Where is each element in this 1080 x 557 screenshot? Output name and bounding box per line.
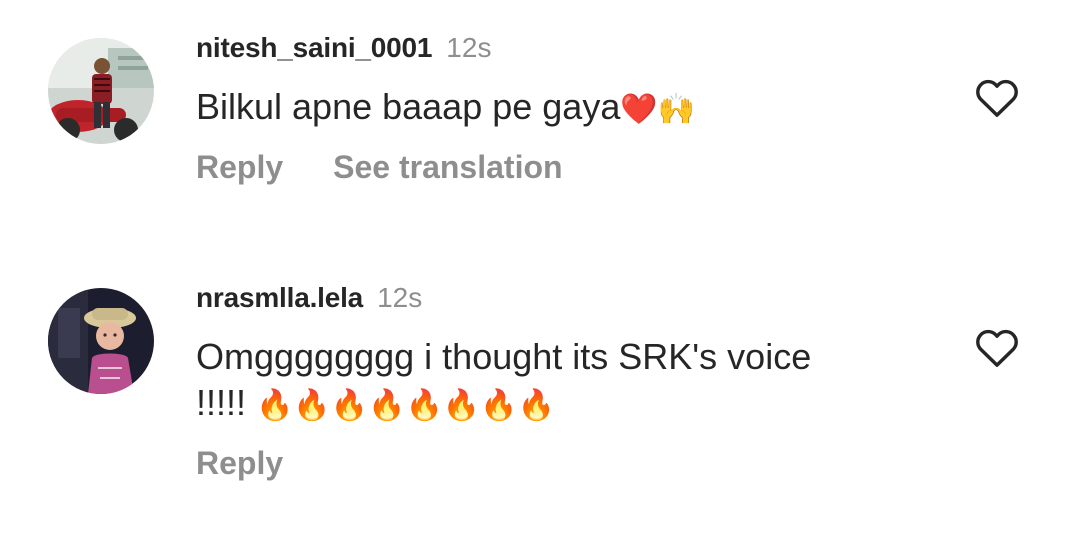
username[interactable]: nitesh_saini_0001 (196, 32, 432, 64)
avatar-image (48, 38, 154, 144)
comment-meta: nitesh_saini_0001 12s (196, 32, 970, 72)
heart-outline-icon (976, 79, 1018, 117)
comment-item: nitesh_saini_0001 12s Bilkul apne baaap … (0, 0, 1080, 230)
see-translation-button[interactable]: See translation (333, 149, 562, 186)
avatar[interactable] (48, 288, 154, 394)
comment-body: Bilkul apne baaap pe gaya (196, 86, 621, 127)
comment-actions: Reply (196, 445, 970, 482)
comment-text: Bilkul apne baaap pe gaya❤️🙌 (196, 84, 970, 133)
comment-emojis: 🔥🔥🔥🔥🔥🔥🔥🔥 (256, 388, 555, 423)
comment-content: nrasmlla.lela 12s Omgggggggg i thought i… (196, 282, 970, 482)
comment-meta: nrasmlla.lela 12s (196, 282, 970, 322)
comment-actions: Reply See translation (196, 149, 970, 186)
comment-text: Omgggggggg i thought its SRK's voice !!!… (196, 334, 816, 429)
like-button[interactable] (974, 326, 1020, 368)
timestamp: 12s (446, 32, 492, 63)
comment-content: nitesh_saini_0001 12s Bilkul apne baaap … (196, 32, 970, 186)
reply-button[interactable]: Reply (196, 445, 283, 482)
username[interactable]: nrasmlla.lela (196, 282, 363, 314)
comment-emojis: ❤️🙌 (620, 92, 696, 127)
avatar-image (48, 288, 154, 394)
comment-item: nrasmlla.lela 12s Omgggggggg i thought i… (0, 250, 1080, 550)
avatar[interactable] (48, 38, 154, 144)
like-button[interactable] (974, 76, 1020, 118)
heart-outline-icon (976, 329, 1018, 367)
reply-button[interactable]: Reply (196, 149, 283, 186)
timestamp: 12s (377, 282, 423, 313)
